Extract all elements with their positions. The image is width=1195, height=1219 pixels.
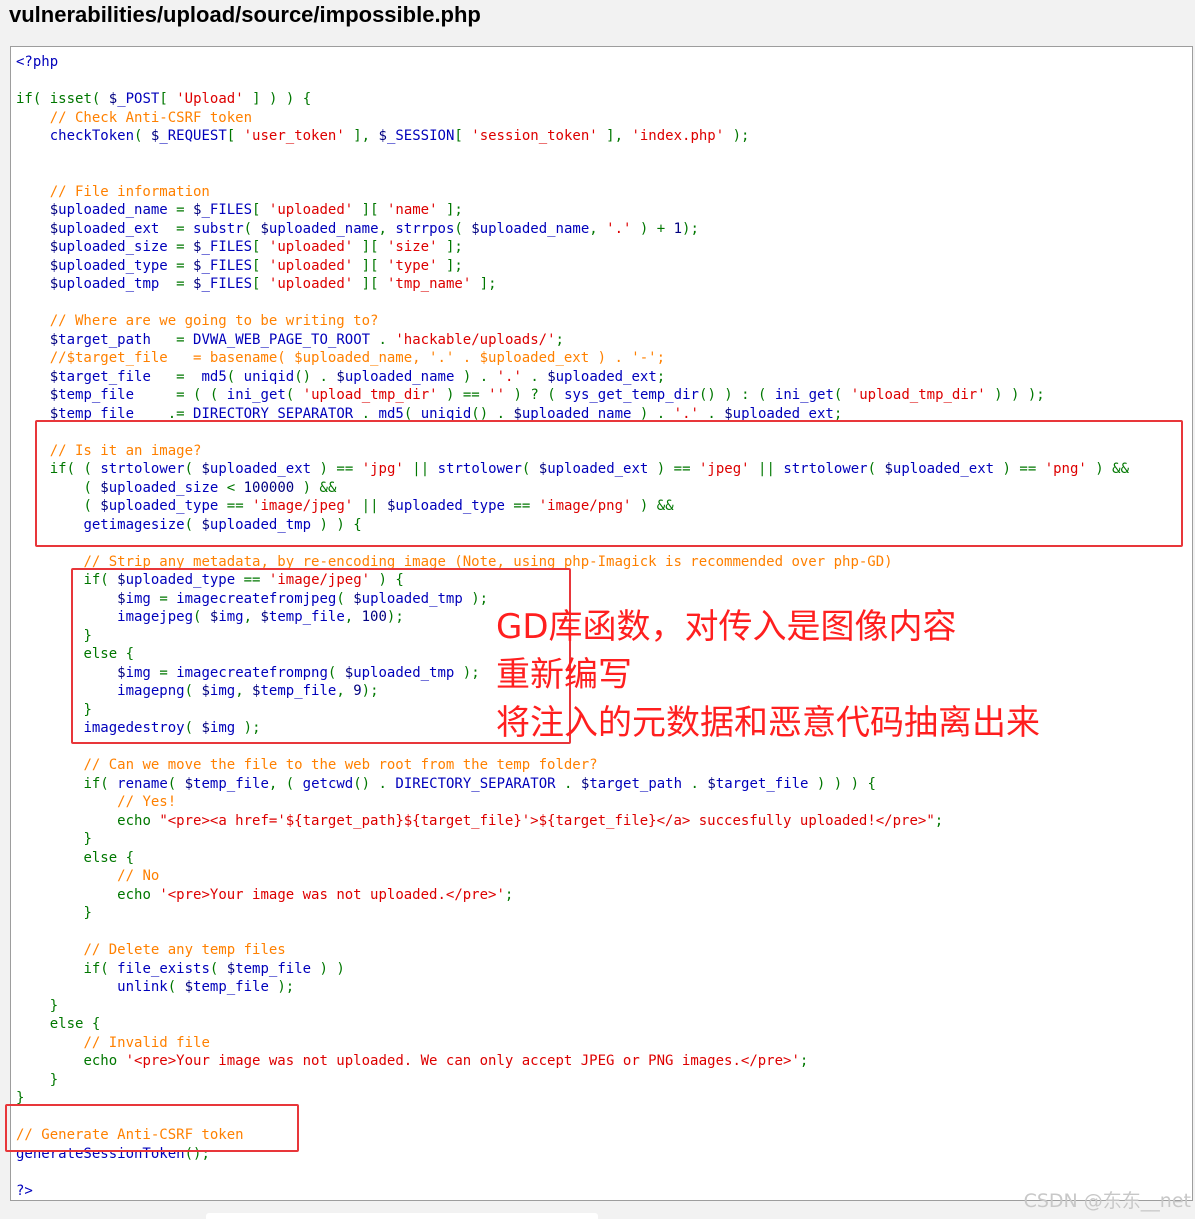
code-line: if( ( strtolower( $uploaded_ext ) == 'jp… (49, 461, 1130, 477)
code-line: <?php (16, 54, 59, 70)
code-line: ( $uploaded_size < 100000 ) && (83, 479, 337, 496)
code-line: } (16, 1090, 25, 1106)
code-line: ​ (16, 534, 1129, 553)
code-line: echo '<pre>Your image was not uploaded. … (83, 1053, 809, 1069)
code-line: // Check Anti-CSRF token (49, 109, 253, 126)
code-line: // Delete any temp files (83, 942, 286, 958)
code-line: // Strip any metadata, by re-encoding im… (83, 553, 893, 570)
code-line: if( isset( $_POST[ 'Upload' ] ) ) { (16, 91, 312, 107)
code-line: $temp_file .= DIRECTORY_SEPARATOR . md5(… (16, 405, 843, 422)
code-line: $uploaded_type = $_FILES[ 'uploaded' ][ … (16, 257, 463, 274)
red-annotation-text: GD库函数，对传入是图像内容 重新编写 将注入的元数据和恶意代码抽离出来 (496, 603, 1040, 747)
code-line: } (83, 831, 92, 847)
code-line: $target_file = md5( uniqid() . $uploaded… (16, 368, 666, 385)
csdn-watermark: CSDN @东东__net (1023, 1190, 1191, 1212)
code-line: // File information (49, 183, 210, 200)
code-line: if( rename( $temp_file, ( getcwd() . DIR… (83, 775, 876, 792)
code-line: $target_path = DVWA_WEB_PAGE_TO_ROOT . '… (16, 331, 564, 348)
code-line: $uploaded_ext = substr( $uploaded_name, … (16, 220, 699, 237)
code-line: ​ (16, 1163, 1129, 1182)
code-line: ​ (16, 72, 1129, 91)
code-line: ​ (16, 423, 1129, 442)
code-line: ?> (16, 1182, 33, 1199)
code-line: // Where are we going to be writing to? (49, 313, 379, 329)
code-line: // Invalid file (83, 1034, 210, 1051)
code-line: $temp_file = ( ( ini_get( 'upload_tmp_di… (16, 387, 1045, 403)
page-title: vulnerabilities/upload/source/impossible… (9, 2, 481, 27)
code-line: $uploaded_tmp = $_FILES[ 'uploaded' ][ '… (16, 276, 497, 292)
code-line: ( $uploaded_type == 'image/jpeg' || $upl… (83, 498, 674, 514)
code-line: // Generate Anti-CSRF token (16, 1127, 244, 1143)
code-line: else { (49, 1016, 101, 1032)
code-line: else { (83, 849, 135, 866)
code-line: //$target_file = basename( $uploaded_nam… (49, 350, 666, 366)
code-line: ​ (16, 164, 1129, 183)
horizontal-scrollbar-track[interactable] (206, 1213, 598, 1219)
code-line: checkToken( $_REQUEST[ 'user_token' ], $… (49, 128, 750, 144)
code-line: ​ (16, 1108, 1129, 1127)
code-line: ​ (16, 923, 1129, 942)
code-line: getimagesize( $uploaded_tmp ) ) { (83, 516, 362, 533)
code-line: ​ (16, 294, 1129, 313)
code-line: // Is it an image? (49, 442, 202, 459)
annotation-line-1: GD库函数，对传入是图像内容 (496, 607, 957, 647)
code-line: // No (117, 868, 160, 884)
code-line: echo '<pre>Your image was not uploaded.<… (117, 886, 514, 903)
code-line: // Yes! (117, 794, 177, 810)
code-line: generateSessionToken(); (16, 1145, 210, 1162)
code-line: echo "<pre><a href='${target_path}${targ… (117, 812, 944, 829)
code-line: $uploaded_size = $_FILES[ 'uploaded' ][ … (16, 239, 463, 255)
code-line: ​ (16, 146, 1129, 165)
code-line: } (49, 1071, 59, 1088)
annotation-line-3: 将注入的元数据和恶意代码抽离出来 (496, 703, 1040, 743)
code-line: } (49, 997, 59, 1014)
annotation-line-2: 重新编写 (496, 655, 632, 695)
code-line: $uploaded_name = $_FILES[ 'uploaded' ][ … (16, 202, 463, 218)
code-line: if( $uploaded_type == 'image/jpeg' ) { (83, 572, 404, 588)
code-line: // Can we move the file to the web root … (83, 757, 598, 773)
code-line: if( file_exists( $temp_file ) ) (83, 960, 345, 977)
code-line: unlink( $temp_file ); (117, 979, 295, 995)
code-line: } (83, 905, 92, 921)
